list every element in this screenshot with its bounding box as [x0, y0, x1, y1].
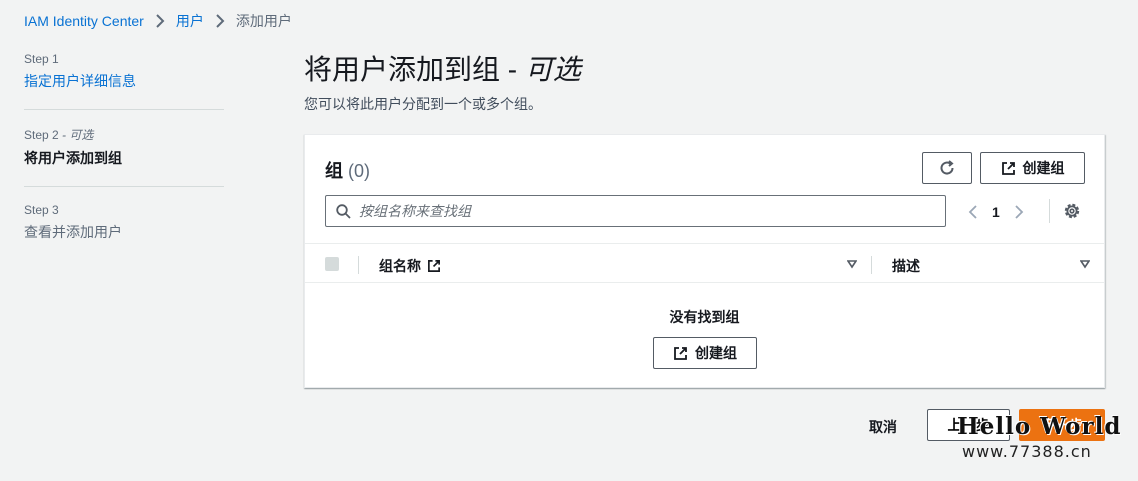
search-field[interactable]	[325, 195, 946, 227]
breadcrumb-iam-identity-center[interactable]: IAM Identity Center	[24, 13, 144, 29]
next-button[interactable]: 下一步	[1019, 409, 1105, 441]
sort-icon[interactable]	[847, 259, 857, 269]
watermark-url: www.77388.cn	[962, 442, 1092, 461]
empty-state-text: 没有找到组	[669, 309, 740, 325]
external-link-icon	[428, 260, 440, 272]
step-1-label: Step 1	[24, 52, 59, 66]
column-divider	[871, 256, 872, 274]
chevron-right-icon	[156, 14, 165, 28]
column-divider	[358, 256, 359, 274]
step-2-title: 将用户添加到组	[24, 150, 122, 166]
column-header-group-name[interactable]: 组名称	[379, 256, 441, 276]
gear-icon[interactable]	[1062, 201, 1082, 221]
external-link-icon	[674, 346, 687, 360]
step-3-label: Step 3	[24, 203, 59, 217]
step-3-title: 查看并添加用户	[24, 224, 122, 240]
refresh-button[interactable]	[922, 152, 972, 184]
search-input[interactable]	[359, 203, 919, 219]
wizard-steps: Step 1 指定用户详细信息 Step 2 - 可选 将用户添加到组 Step…	[24, 52, 224, 276]
table-header: 组名称 描述	[305, 243, 1104, 283]
panel-title: 组 (0)	[325, 157, 370, 183]
refresh-icon	[940, 160, 954, 175]
chevron-right-icon	[216, 14, 225, 28]
search-icon	[336, 203, 351, 219]
groups-panel: 组 (0) 创建组 1 组名称 描述 没有找到组 创建组	[304, 134, 1105, 388]
empty-create-group-button[interactable]: 创建组	[653, 337, 757, 369]
chevron-left-icon[interactable]	[968, 205, 978, 219]
page-title-text: 将用户添加到组 -	[304, 54, 525, 85]
step-2-optional: - 可选	[58, 128, 94, 142]
create-group-button[interactable]: 创建组	[980, 152, 1085, 184]
step-3: Step 3 查看并添加用户	[24, 203, 224, 260]
column-header-description[interactable]: 描述	[892, 256, 920, 276]
step-2: Step 2 - 可选 将用户添加到组	[24, 126, 224, 187]
step-1: Step 1 指定用户详细信息	[24, 52, 224, 110]
pagination: 1	[968, 201, 1024, 223]
page-title: 将用户添加到组 - 可选	[304, 52, 1106, 88]
step-2-number: Step 2	[24, 128, 59, 142]
panel-title-text: 组	[325, 161, 343, 181]
previous-button[interactable]: 上一步	[927, 409, 1010, 441]
group-count: (0)	[348, 161, 371, 181]
breadcrumb-current: 添加用户	[235, 13, 292, 29]
create-group-label: 创建组	[1022, 160, 1065, 176]
breadcrumb: IAM Identity Center 用户 添加用户	[24, 12, 292, 30]
pager-divider	[1049, 199, 1050, 223]
page-title-optional: 可选	[524, 54, 581, 85]
column-name-label: 组名称	[379, 258, 421, 274]
external-link-icon	[1001, 161, 1015, 175]
cancel-button[interactable]: 取消	[869, 417, 897, 437]
main-header: 将用户添加到组 - 可选 您可以将此用户分配到一个或多个组。	[304, 52, 1106, 114]
step-2-label: Step 2 - 可选	[24, 126, 224, 143]
page-number[interactable]: 1	[992, 204, 1000, 220]
page-description: 您可以将此用户分配到一个或多个组。	[304, 96, 542, 112]
breadcrumb-users[interactable]: 用户	[176, 11, 204, 31]
empty-create-group-label: 创建组	[695, 345, 737, 361]
select-all-checkbox[interactable]	[325, 257, 339, 271]
chevron-right-icon[interactable]	[1014, 205, 1024, 219]
step-1-link[interactable]: 指定用户详细信息	[24, 71, 224, 91]
sort-icon[interactable]	[1080, 259, 1090, 269]
